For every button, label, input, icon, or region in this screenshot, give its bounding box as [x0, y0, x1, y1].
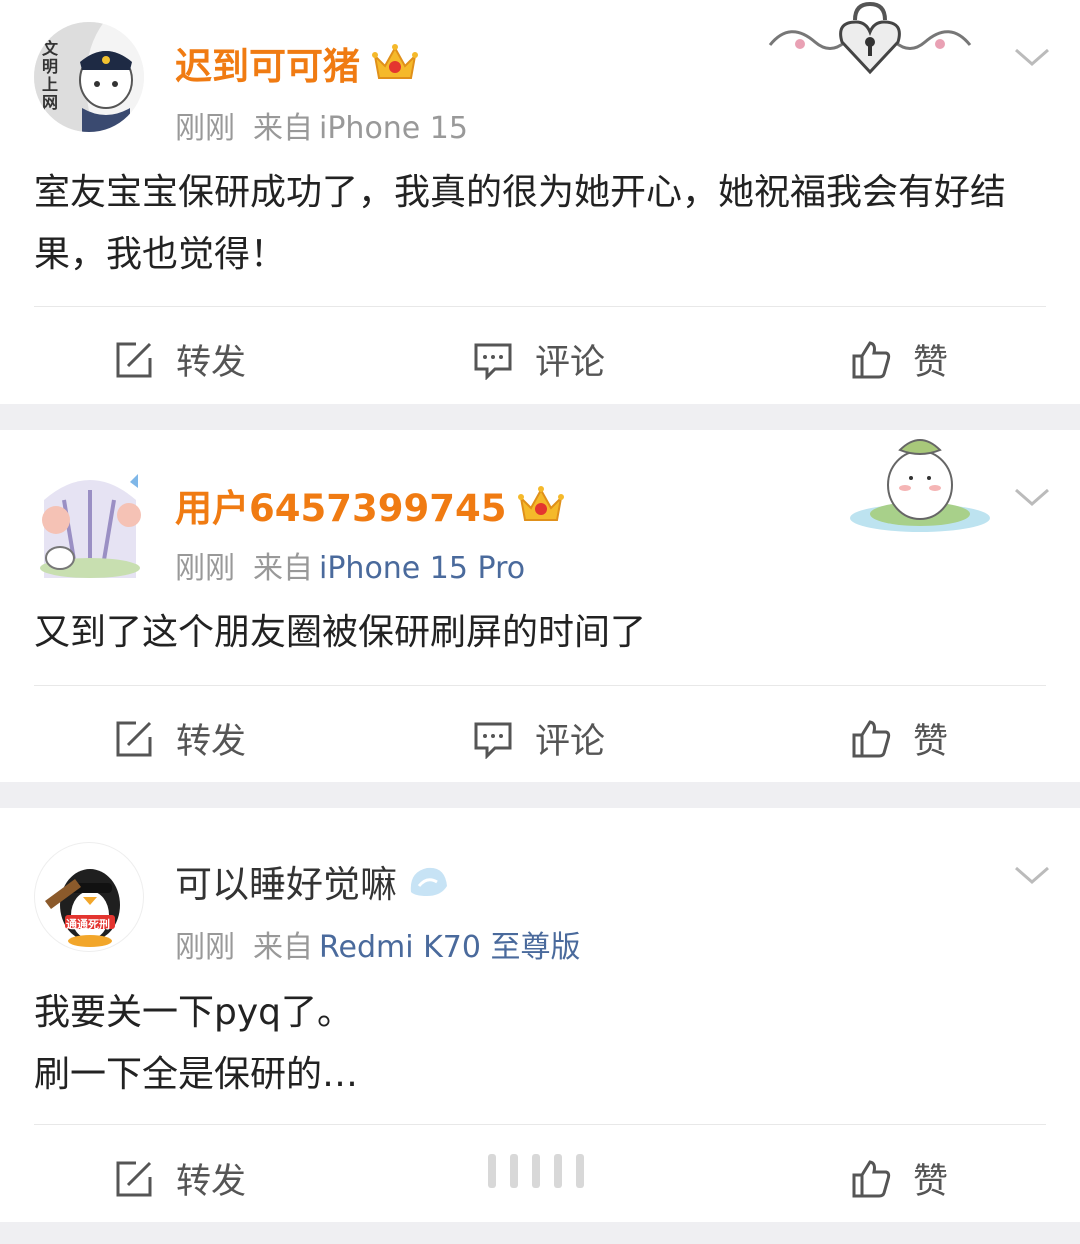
like-label: 赞 — [913, 343, 949, 383]
username-text: 用户6457399745 — [175, 487, 507, 530]
crown-icon — [372, 44, 418, 79]
post-meta: 刚刚 来自 Redmi K70 至尊版 — [175, 922, 580, 966]
comment-label: 评论 — [535, 722, 606, 762]
avatar[interactable]: 通通死刑 — [34, 842, 144, 952]
avatar[interactable] — [34, 460, 146, 578]
device-link[interactable]: iPhone 15 Pro — [319, 551, 525, 586]
edit-icon — [116, 1161, 152, 1196]
repost-button[interactable]: 转发 — [114, 1153, 246, 1204]
username-text: 可以睡好觉嘛 — [175, 863, 397, 906]
loading-indicator — [488, 1154, 584, 1188]
post-meta: 刚刚 来自 iPhone 15 Pro — [175, 543, 525, 587]
post-text-line: 我要关一下pyq了。 — [34, 992, 354, 1033]
avatar[interactable]: 文明上网 — [34, 22, 144, 132]
comment-icon — [474, 343, 512, 380]
chevron-down-icon[interactable] — [1012, 482, 1052, 512]
post-time: 刚刚 — [175, 111, 235, 146]
username-text: 迟到可可猪 — [175, 45, 360, 88]
comment-label: 评论 — [535, 343, 606, 383]
edit-icon — [116, 721, 152, 756]
username[interactable]: 迟到可可猪 — [175, 36, 420, 90]
weibo-feed: 文明上网 迟到可可猪 刚刚 来自 iPhone 15 室友宝宝保研成功了，我真的很为… — [0, 0, 1080, 1244]
post-time: 刚刚 — [175, 551, 235, 586]
post-time: 刚刚 — [175, 930, 235, 965]
device-name: iPhone 15 — [319, 111, 468, 146]
repost-label: 转发 — [176, 1162, 247, 1202]
username[interactable]: 用户6457399745 — [175, 478, 566, 532]
loading-bar — [532, 1154, 540, 1188]
device-link[interactable]: Redmi K70 至尊版 — [319, 930, 580, 965]
avatar-badge: 文明上网 — [42, 39, 59, 112]
repost-label: 转发 — [176, 343, 247, 383]
divider — [34, 685, 1046, 686]
loading-bar — [554, 1154, 562, 1188]
like-label: 赞 — [913, 1162, 949, 1202]
like-label: 赞 — [913, 722, 949, 762]
post-card: 用户6457399745 刚刚 来自 iPhone 15 Pro 又到了这个朋友圈被… — [0, 430, 1080, 782]
chevron-down-icon[interactable] — [1012, 42, 1052, 72]
post-meta: 刚刚 来自 iPhone 15 — [175, 103, 468, 147]
vip-badge-icon — [410, 867, 447, 896]
source-prefix: 来自 — [253, 111, 313, 146]
repost-button[interactable]: 转发 — [114, 713, 246, 764]
thumbs-up-icon — [852, 340, 891, 378]
repost-label: 转发 — [176, 722, 247, 762]
divider — [34, 1124, 1046, 1125]
edit-icon — [116, 342, 152, 377]
comment-button[interactable]: 评论 — [473, 334, 605, 385]
like-button[interactable]: 赞 — [851, 1153, 948, 1204]
comment-button[interactable]: 评论 — [473, 713, 605, 764]
like-button[interactable]: 赞 — [851, 713, 948, 764]
post-text-line: 刷一下全是保研的… — [34, 1054, 359, 1095]
repost-button[interactable]: 转发 — [114, 334, 246, 385]
source-prefix: 来自 — [253, 551, 313, 586]
lock-heart-decoration — [768, 1, 972, 75]
post-text: 我要关一下pyq了。 刷一下全是保研的… — [34, 982, 1050, 1106]
thumbs-up-icon — [852, 1159, 891, 1197]
post-text: 室友宝宝保研成功了，我真的很为她开心，她祝福我会有好结果，我也觉得！ — [34, 172, 1007, 275]
loading-bar — [576, 1154, 584, 1188]
avatar-badge: 通通死刑 — [66, 918, 110, 931]
loading-bar — [488, 1154, 496, 1188]
post-card: 文明上网 迟到可可猪 刚刚 来自 iPhone 15 室友宝宝保研成功了，我真的很为… — [0, 0, 1080, 404]
crown-icon — [518, 486, 565, 521]
like-button[interactable]: 赞 — [851, 334, 948, 385]
username[interactable]: 可以睡好觉嘛 — [175, 854, 449, 908]
thumbs-up-icon — [852, 719, 891, 757]
divider — [34, 306, 1046, 307]
comment-icon — [474, 722, 512, 759]
chevron-down-icon[interactable] — [1012, 860, 1052, 890]
source-prefix: 来自 — [253, 930, 313, 965]
sticker-decoration — [850, 439, 990, 532]
loading-bar — [510, 1154, 518, 1188]
post-text: 又到了这个朋友圈被保研刷屏的时间了 — [34, 612, 647, 653]
post-card: 通通死刑 可以睡好觉嘛 刚刚 来自 Redmi K70 至尊版 我要关一下pyq了。… — [0, 808, 1080, 1222]
